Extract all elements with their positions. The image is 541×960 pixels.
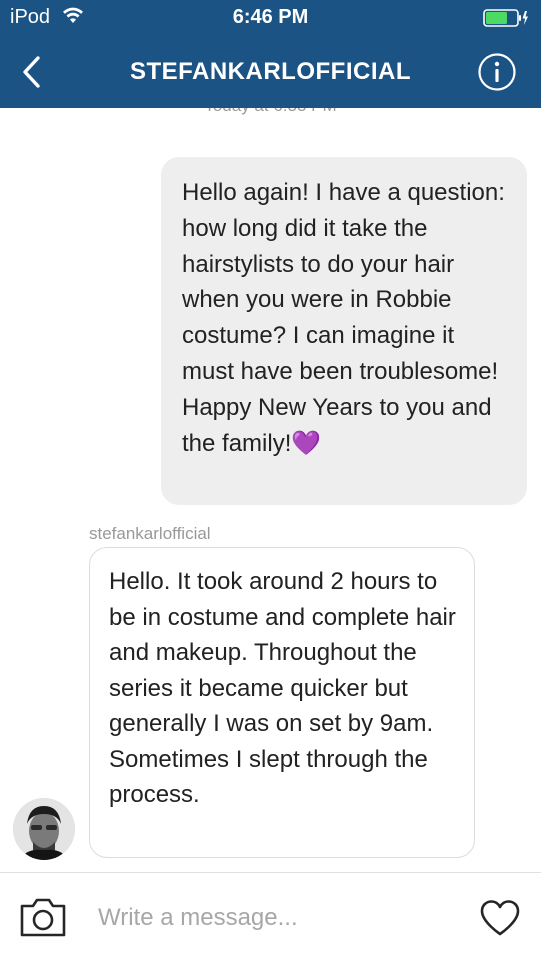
purple-heart-emoji: 💜	[291, 429, 322, 457]
status-bar: iPod 6:46 PM	[0, 0, 541, 36]
status-time: 6:46 PM	[232, 6, 309, 28]
avatar-photo	[13, 798, 75, 860]
like-button[interactable]	[479, 899, 521, 937]
info-button[interactable]	[477, 52, 517, 92]
message-text: Hello again! I have a question: how long…	[182, 179, 505, 457]
message-thread[interactable]: Today at 6:33 PM Hello again! I have a q…	[0, 108, 541, 872]
sender-name: stefankarlofficial	[89, 524, 211, 543]
conversation-header: STEFANKARLOFFICIAL	[0, 36, 541, 108]
message-text: Hello. It took around 2 hours to be in c…	[109, 568, 456, 808]
camera-button[interactable]	[18, 897, 68, 939]
message-input[interactable]	[98, 901, 438, 935]
incoming-message[interactable]: Hello. It took around 2 hours to be in c…	[89, 547, 475, 858]
outgoing-message[interactable]: Hello again! I have a question: how long…	[161, 157, 527, 505]
heart-icon	[480, 900, 520, 936]
info-circle-icon	[478, 53, 516, 91]
battery-icon	[483, 9, 529, 32]
conversation-title: STEFANKARLOFFICIAL	[130, 58, 411, 85]
message-composer	[0, 872, 541, 960]
camera-icon	[20, 898, 66, 937]
avatar[interactable]	[13, 798, 75, 860]
thread-timestamp: Today at 6:33 PM	[0, 108, 541, 116]
